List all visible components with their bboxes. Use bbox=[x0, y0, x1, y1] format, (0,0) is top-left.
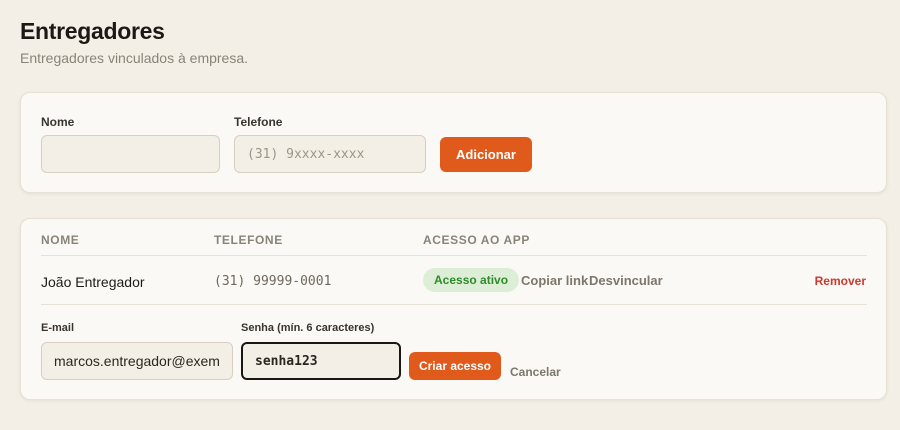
header-divider bbox=[41, 255, 867, 256]
status-badge: Acesso ativo bbox=[423, 268, 520, 292]
page-title: Entregadores bbox=[20, 18, 165, 44]
remove-button[interactable]: Remover bbox=[815, 274, 866, 288]
column-header-access: ACESSO AO APP bbox=[423, 233, 530, 247]
email-label: E-mail bbox=[41, 322, 75, 334]
courier-name: João Entregador bbox=[41, 274, 145, 290]
create-access-button[interactable]: Criar acesso bbox=[409, 352, 501, 380]
page-subtitle: Entregadores vinculados à empresa. bbox=[20, 50, 249, 66]
add-button[interactable]: Adicionar bbox=[440, 137, 532, 172]
copy-link-button[interactable]: Copiar link bbox=[521, 273, 588, 288]
password-input[interactable] bbox=[241, 342, 401, 380]
column-header-name: NOME bbox=[41, 233, 80, 247]
unlink-button[interactable]: Desvincular bbox=[589, 273, 663, 288]
password-label: Senha (mín. 6 caracteres) bbox=[241, 322, 375, 334]
courier-phone: (31) 99999-0001 bbox=[214, 274, 332, 289]
email-input[interactable] bbox=[41, 342, 233, 380]
phone-input[interactable] bbox=[234, 135, 426, 173]
row-divider bbox=[41, 304, 867, 305]
couriers-table-card: NOME TELEFONE ACESSO AO APP João Entrega… bbox=[20, 218, 887, 400]
name-input[interactable] bbox=[41, 135, 220, 173]
cancel-button[interactable]: Cancelar bbox=[510, 365, 561, 379]
name-label: Nome bbox=[41, 115, 75, 129]
phone-label: Telefone bbox=[234, 115, 283, 129]
column-header-phone: TELEFONE bbox=[214, 233, 283, 247]
add-courier-card: Nome Telefone Adicionar bbox=[20, 92, 887, 193]
